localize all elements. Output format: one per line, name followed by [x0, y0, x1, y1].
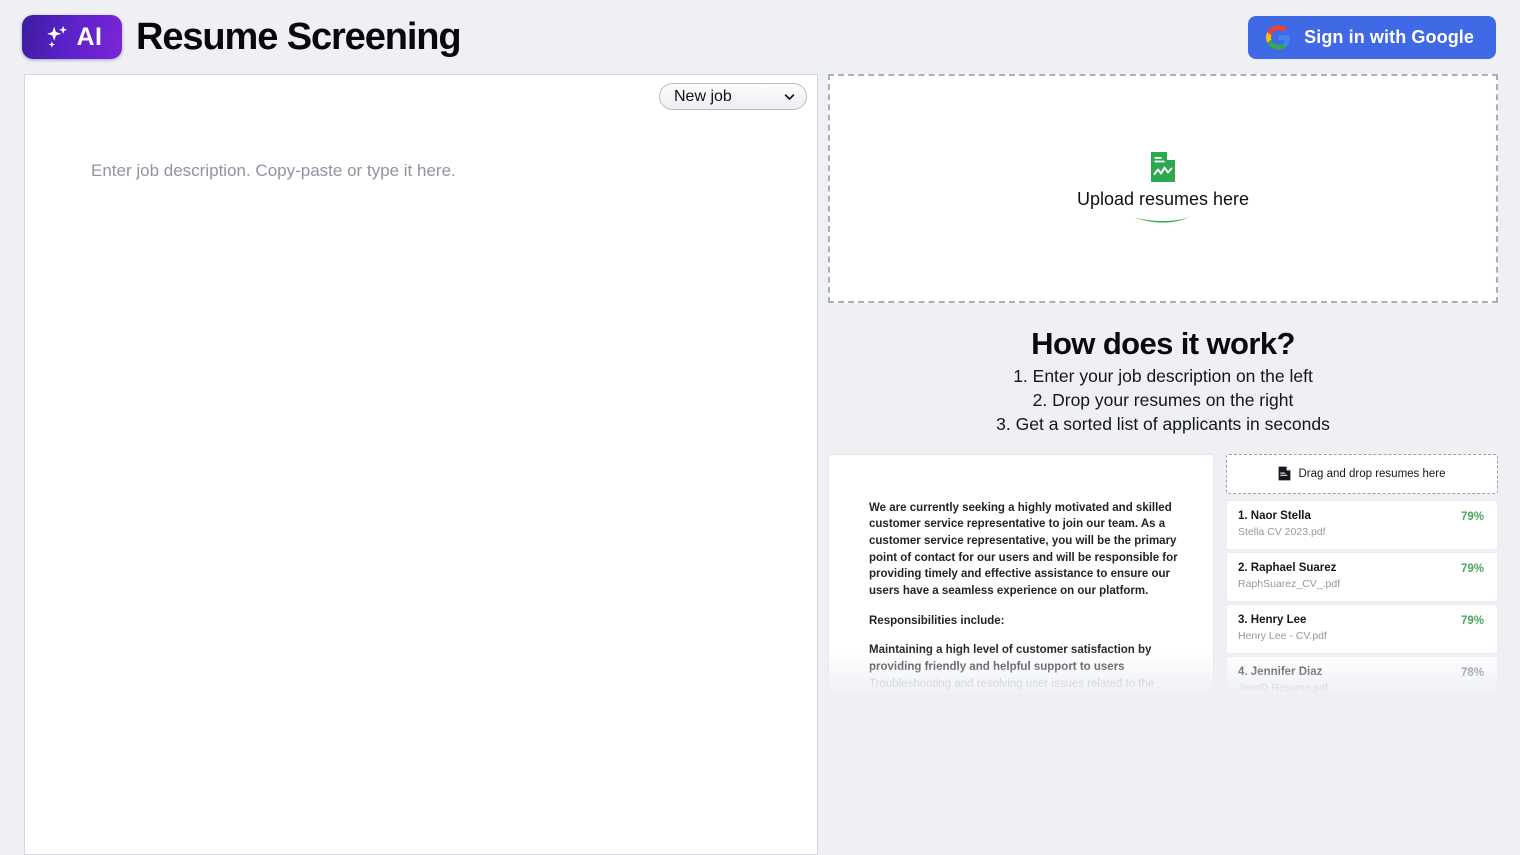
- app-header: AI Resume Screening Sign in with Google: [0, 0, 1520, 74]
- green-swoosh-icon: [1134, 210, 1192, 226]
- how-it-works-step-2: 2. Drop your resumes on the right: [1032, 390, 1294, 411]
- dropzone-label: Upload resumes here: [1076, 188, 1250, 209]
- candidate-row: 2. Raphael Suarez RaphSuarez_CV_.pdf 79%: [1226, 551, 1498, 602]
- candidate-info: 3. Henry Lee Henry Lee - CV.pdf: [1238, 613, 1327, 644]
- demo-jd-bullet-1: Maintaining a high level of customer sat…: [869, 644, 1152, 674]
- candidate-row: 4. Jennifer Diaz JennD Resume.pdf 78%: [1226, 655, 1498, 700]
- file-icon: [1278, 466, 1291, 481]
- ai-badge-label: AI: [76, 22, 103, 51]
- how-it-works-step-1: 1. Enter your job description on the lef…: [1013, 365, 1313, 386]
- sign-in-label: Sign in with Google: [1304, 27, 1474, 47]
- candidate-score: 79%: [1460, 510, 1484, 523]
- candidate-row: 1. Naor Stella Stella CV 2023.pdf 79%: [1226, 499, 1498, 550]
- candidate-name: 2. Raphael Suarez: [1238, 561, 1337, 574]
- candidate-score: 79%: [1460, 562, 1484, 575]
- demo-jd-bullet-2: Troubleshooting and resolving user issue…: [869, 677, 1155, 699]
- candidate-score: 78%: [1460, 666, 1484, 679]
- how-it-works-section: How does it work? 1. Enter your job desc…: [828, 303, 1498, 437]
- candidate-name: 4. Jennifer Diaz: [1238, 665, 1323, 678]
- demo-preview: We are currently seeking a highly motiva…: [828, 453, 1498, 700]
- job-description-input[interactable]: [25, 133, 817, 854]
- demo-job-description-card: We are currently seeking a highly motiva…: [828, 453, 1214, 700]
- job-select[interactable]: New job: [659, 83, 807, 110]
- how-it-works-title: How does it work?: [1031, 326, 1295, 361]
- demo-drag-drop-zone: Drag and drop resumes here: [1226, 453, 1498, 494]
- dropzone-inner: Upload resumes here: [1077, 151, 1249, 227]
- candidate-file: JennD Resume.pdf: [1238, 682, 1328, 695]
- job-select-wrapper: New job: [659, 83, 807, 110]
- demo-drag-drop-label: Drag and drop resumes here: [1298, 467, 1446, 480]
- candidate-info: 1. Naor Stella Stella CV 2023.pdf: [1238, 509, 1326, 540]
- right-column: Upload resumes here How does it work? 1.…: [828, 74, 1498, 855]
- candidate-row: 3. Henry Lee Henry Lee - CV.pdf 79%: [1226, 603, 1498, 654]
- candidate-name: 1. Naor Stella: [1238, 509, 1311, 522]
- sign-in-with-google-button[interactable]: Sign in with Google: [1248, 16, 1496, 59]
- green-document-icon: [1150, 151, 1176, 183]
- candidate-info: 4. Jennifer Diaz JennD Resume.pdf: [1238, 665, 1328, 696]
- candidate-file: Henry Lee - CV.pdf: [1238, 630, 1327, 643]
- job-select-row: New job: [659, 83, 807, 110]
- candidate-file: Stella CV 2023.pdf: [1238, 526, 1326, 539]
- demo-jd-paragraph-1: We are currently seeking a highly motiva…: [869, 501, 1178, 598]
- brand: AI Resume Screening: [22, 15, 462, 59]
- demo-jd-spacer-2: [869, 629, 1179, 642]
- resume-upload-dropzone[interactable]: Upload resumes here: [828, 74, 1498, 303]
- how-it-works-step-3: 3. Get a sorted list of applicants in se…: [996, 414, 1330, 435]
- candidate-info: 2. Raphael Suarez RaphSuarez_CV_.pdf: [1238, 561, 1340, 592]
- google-g-icon: [1266, 25, 1291, 50]
- candidate-file: RaphSuarez_CV_.pdf: [1238, 578, 1341, 591]
- ai-logo-badge: AI: [22, 15, 122, 59]
- demo-results-card: Drag and drop resumes here 1. Naor Stell…: [1226, 453, 1498, 700]
- candidate-score: 79%: [1460, 614, 1484, 627]
- sparkles-icon: [42, 22, 72, 52]
- page-title: Resume Screening: [136, 16, 462, 58]
- candidate-name: 3. Henry Lee: [1238, 613, 1307, 626]
- job-description-panel: New job: [24, 74, 818, 855]
- demo-jd-paragraph-2: Responsibilities include:: [869, 614, 1005, 627]
- main-content: New job Enter job description. Copy-past…: [0, 74, 1520, 855]
- demo-jd-spacer: [869, 600, 1179, 613]
